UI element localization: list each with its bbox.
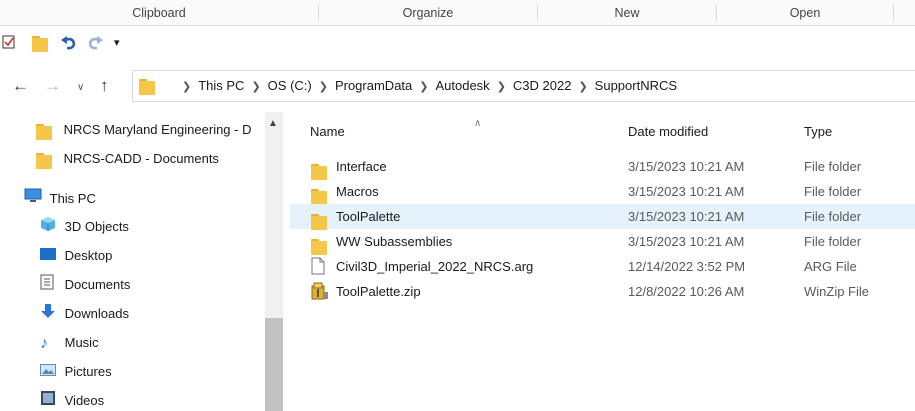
videos-icon <box>40 388 56 411</box>
scrollbar-thumb[interactable] <box>265 318 283 411</box>
nav-item-label: Documents <box>64 277 131 292</box>
chevron-right-icon[interactable]: ❯ <box>419 72 428 102</box>
column-header-type[interactable]: Type <box>804 118 915 146</box>
file-name: ToolPalette.zip <box>336 284 421 299</box>
file-name: Civil3D_Imperial_2022_NRCS.arg <box>336 259 534 274</box>
file-row-interface[interactable]: Interface 3/15/2023 10:21 AM File folder <box>290 154 915 180</box>
customize-dropdown-icon[interactable]: ▾ <box>114 36 120 49</box>
pictures-icon <box>40 359 56 387</box>
forward-arrow-icon[interactable]: → <box>44 76 61 96</box>
nav-item-downloads[interactable]: Downloads <box>40 300 129 328</box>
downloads-icon <box>40 301 56 329</box>
column-header-name[interactable]: Name ∧ <box>310 118 620 146</box>
file-list: Name ∧ Date modified Type Interface 3/15… <box>290 112 915 411</box>
ribbon-group-clipboard: Clipboard <box>132 6 186 20</box>
nav-item-documents[interactable]: Documents <box>40 271 130 299</box>
column-header-label: Name <box>310 124 345 139</box>
ribbon-group-bar: Clipboard Organize New Open <box>0 0 915 26</box>
computer-icon <box>24 186 42 214</box>
breadcrumb-autodesk[interactable]: Autodesk <box>435 78 489 93</box>
navigation-pane: NRCS Maryland Engineering - D NRCS-CADD … <box>0 112 283 411</box>
folder-icon <box>36 151 52 169</box>
nav-item-desktop[interactable]: Desktop <box>40 242 112 270</box>
recent-locations-chevron-icon[interactable]: ∨ <box>77 78 84 98</box>
undo-icon[interactable] <box>60 34 78 55</box>
file-row-civil3d-arg[interactable]: Civil3D_Imperial_2022_NRCS.arg 12/14/202… <box>290 254 915 279</box>
file-row-macros[interactable]: Macros 3/15/2023 10:21 AM File folder <box>290 179 915 205</box>
desktop-icon <box>40 243 56 271</box>
navigation-pane-scrollbar[interactable]: ▲ <box>265 112 283 411</box>
file-type: WinZip File <box>804 284 870 299</box>
file-name: Macros <box>336 184 379 199</box>
file-date: 3/15/2023 10:21 AM <box>628 209 745 224</box>
ribbon-separator <box>893 4 894 22</box>
nav-item-nrcs-maryland[interactable]: NRCS Maryland Engineering - D <box>36 116 251 144</box>
file-name: WW Subassemblies <box>336 234 453 249</box>
file-row-toolpalette[interactable]: ToolPalette 3/15/2023 10:21 AM File fold… <box>290 204 915 230</box>
scroll-up-arrow-icon[interactable]: ▲ <box>268 118 278 129</box>
nav-item-label: Pictures <box>64 364 112 379</box>
nav-item-label: NRCS Maryland Engineering - D <box>63 122 252 137</box>
chevron-right-icon[interactable]: ❯ <box>319 72 328 102</box>
file-row-toolpalette-zip[interactable]: ToolPalette.zip 12/8/2022 10:26 AM WinZi… <box>290 279 915 304</box>
nav-item-label: Downloads <box>64 306 129 321</box>
ribbon-group-open: Open <box>789 6 821 20</box>
file-date: 12/8/2022 10:26 AM <box>628 284 745 299</box>
sort-ascending-icon: ∧ <box>474 118 482 129</box>
breadcrumb-os-c[interactable]: OS (C:) <box>268 78 312 93</box>
chevron-right-icon[interactable]: ❯ <box>497 72 506 102</box>
new-folder-icon[interactable] <box>32 34 48 52</box>
ribbon-group-organize: Organize <box>402 6 454 20</box>
file-type: File folder <box>804 184 862 199</box>
chevron-right-icon[interactable]: ❯ <box>578 72 587 102</box>
address-box[interactable]: ❯ This PC ❯ OS (C:) ❯ ProgramData ❯ Autodesk ❯ C3… <box>132 70 915 102</box>
nav-item-this-pc[interactable]: This PC <box>24 185 96 213</box>
file-type: ARG File <box>804 259 857 274</box>
file-row-ww-subassemblies[interactable]: WW Subassemblies 3/15/2023 10:21 AM File… <box>290 229 915 255</box>
file-name: ToolPalette <box>336 209 401 224</box>
music-icon: ♪ <box>40 334 48 352</box>
nav-item-label: This PC <box>49 191 96 206</box>
nav-item-3d-objects[interactable]: 3D Objects <box>40 213 129 241</box>
chevron-right-icon[interactable]: ❯ <box>182 72 191 102</box>
nav-item-nrcs-cadd[interactable]: NRCS-CADD - Documents <box>36 145 219 173</box>
breadcrumb-c3d-2022[interactable]: C3D 2022 <box>513 78 572 93</box>
nav-item-music[interactable]: ♪ Music <box>40 329 99 357</box>
breadcrumb-programdata[interactable]: ProgramData <box>335 78 412 93</box>
file-date: 3/15/2023 10:21 AM <box>628 159 745 174</box>
file-date: 3/15/2023 10:21 AM <box>628 184 745 199</box>
folder-icon <box>36 122 52 140</box>
ribbon-group-new: New <box>614 6 640 20</box>
nav-item-pictures[interactable]: Pictures <box>40 358 112 386</box>
nav-item-label: Videos <box>64 393 105 408</box>
nav-item-label: 3D Objects <box>64 219 129 234</box>
address-bar-row: ← → ∨ ↑ ❯ This PC ❯ OS (C:) ❯ ProgramData ❯ Aut… <box>0 66 915 106</box>
zip-icon <box>311 282 329 308</box>
file-type: File folder <box>804 159 862 174</box>
properties-check-icon[interactable] <box>2 34 16 53</box>
nav-item-videos[interactable]: Videos <box>40 387 104 411</box>
3d-objects-icon <box>40 214 56 242</box>
redo-icon[interactable] <box>86 34 104 55</box>
nav-item-label: Desktop <box>64 248 113 263</box>
nav-item-label: NRCS-CADD - Documents <box>63 151 219 166</box>
nav-item-label: Music <box>64 335 99 350</box>
breadcrumb: ❯ This PC ❯ OS (C:) ❯ ProgramData ❯ Autodesk ❯ C3… <box>175 71 677 101</box>
breadcrumb-supportnrcs[interactable]: SupportNRCS <box>595 78 677 93</box>
file-type: File folder <box>804 209 862 224</box>
up-arrow-icon[interactable]: ↑ <box>100 76 109 96</box>
breadcrumb-this-pc[interactable]: This PC <box>198 78 244 93</box>
folder-icon <box>139 77 155 95</box>
documents-icon <box>40 272 54 300</box>
back-arrow-icon[interactable]: ← <box>12 76 29 96</box>
file-date: 12/14/2022 3:52 PM <box>628 259 746 274</box>
chevron-right-icon[interactable]: ❯ <box>251 72 260 102</box>
column-header-date[interactable]: Date modified <box>628 118 798 146</box>
quick-access-toolbar: ▾ <box>0 28 915 58</box>
file-name: Interface <box>336 159 387 174</box>
file-type: File folder <box>804 234 862 249</box>
file-date: 3/15/2023 10:21 AM <box>628 234 745 249</box>
